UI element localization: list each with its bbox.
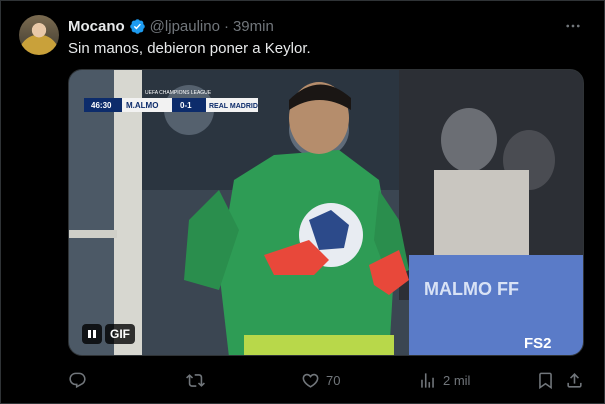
pause-icon <box>88 330 96 338</box>
like-button[interactable]: 70 <box>301 370 340 390</box>
gif-media[interactable]: MALMO FF UEFA CHAMPIONS LEAGUE 46:30 M.A… <box>68 69 584 356</box>
separator-dot: · <box>223 17 229 35</box>
author-handle[interactable]: @ljpaulino <box>150 18 220 35</box>
reply-icon <box>69 372 86 388</box>
views-button[interactable]: 2 mil <box>418 370 470 390</box>
avatar[interactable] <box>19 15 59 55</box>
banner-text: MALMO FF <box>424 279 519 299</box>
gif-controls: GIF <box>82 324 135 344</box>
competition-label: UEFA CHAMPIONS LEAGUE <box>145 90 212 96</box>
bookmark-button[interactable] <box>536 370 555 390</box>
pause-button[interactable] <box>82 324 102 344</box>
match-score: 0-1 <box>180 101 192 110</box>
share-icon <box>567 372 582 388</box>
reply-button[interactable] <box>68 370 87 390</box>
tweet-actions: 70 2 mil <box>68 370 584 390</box>
tweet-card[interactable]: Mocano @ljpaulino · 39min Sin manos, deb… <box>0 0 605 404</box>
gif-frame: MALMO FF UEFA CHAMPIONS LEAGUE 46:30 M.A… <box>69 70 583 355</box>
tweet-text: Sin manos, debieron poner a Keylor. <box>68 40 311 57</box>
views-count: 2 mil <box>443 372 471 388</box>
like-count: 70 <box>326 372 341 388</box>
away-team: REAL MADRID <box>209 103 258 110</box>
tweet-time[interactable]: 39min <box>233 18 274 35</box>
retweet-icon <box>186 373 205 387</box>
share-button[interactable] <box>565 370 584 390</box>
broadcast-logo: FS2 <box>524 335 552 352</box>
bookmark-icon <box>539 372 552 389</box>
tweet-header: Mocano @ljpaulino · 39min <box>68 16 274 36</box>
gif-badge: GIF <box>105 324 135 344</box>
more-options-icon[interactable] <box>564 17 582 35</box>
home-team: M.ALMO <box>126 101 158 110</box>
match-clock: 46:30 <box>91 101 112 110</box>
heart-icon <box>302 373 319 388</box>
views-icon <box>421 372 434 388</box>
author-name[interactable]: Mocano <box>68 18 125 35</box>
retweet-button[interactable] <box>186 370 205 390</box>
verified-badge-icon <box>129 18 145 34</box>
